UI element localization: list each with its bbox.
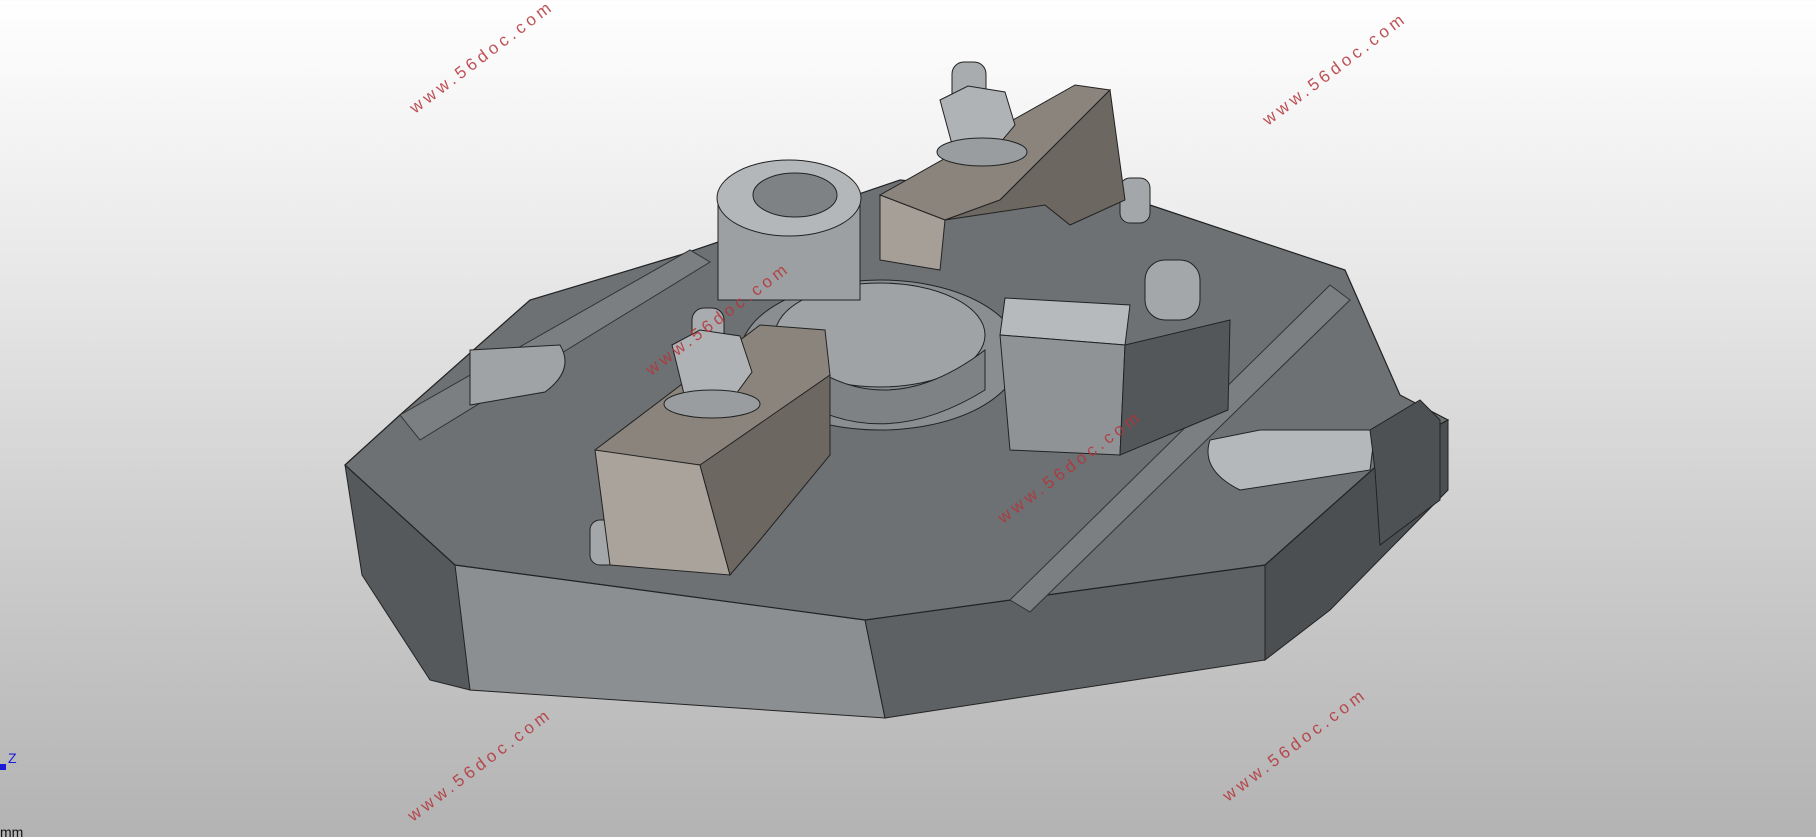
washer-back <box>936 137 1028 167</box>
bushing-hole <box>752 172 838 218</box>
unit-label: mm <box>0 824 24 840</box>
washer-front <box>663 389 761 419</box>
dowel-pin-right <box>1144 259 1201 321</box>
z-axis-label: Z <box>8 750 17 766</box>
3d-viewport[interactable]: www.56doc.com www.56doc.com www.56doc.co… <box>0 0 1816 837</box>
view-triad[interactable]: Z <box>0 750 30 782</box>
fixture-model[interactable] <box>0 0 1816 837</box>
z-axis-icon <box>0 764 6 770</box>
